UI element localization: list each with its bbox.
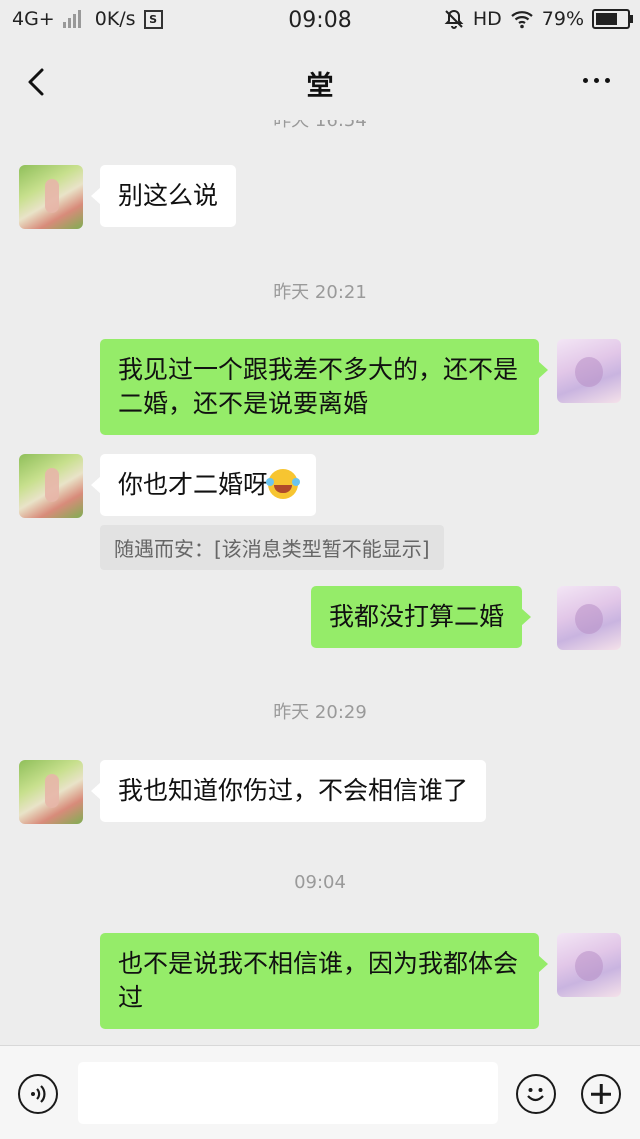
received-message[interactable]: 我也知道你伤过，不会相信谁了: [90, 760, 487, 822]
timestamp: 昨天 20:29: [273, 702, 367, 723]
emoji-icon[interactable]: [516, 1074, 556, 1114]
laughing-tears-emoji-icon: [266, 469, 299, 499]
plus-icon[interactable]: [581, 1074, 621, 1114]
message-list[interactable]: 昨天 16:54 别这么说 昨天 20:21 我见过一个跟我差不多大的，还不是二…: [0, 120, 640, 1045]
more-dots-icon[interactable]: [583, 78, 610, 83]
chat-header: 堂: [0, 42, 640, 120]
hd-label: HD: [472, 8, 502, 30]
message-input[interactable]: [78, 1062, 498, 1124]
s-badge-icon: S: [143, 9, 163, 29]
mute-bell-icon: [444, 9, 464, 29]
voice-icon[interactable]: [18, 1074, 58, 1114]
timestamp: 昨天 16:54: [273, 120, 367, 131]
timestamp: 昨天 20:21: [273, 282, 367, 303]
message-text: 你也才二婚呀: [118, 470, 269, 499]
sent-message[interactable]: 我见过一个跟我差不多大的，还不是二婚，还不是说要离婚: [100, 339, 548, 435]
my-avatar[interactable]: [557, 586, 621, 650]
battery-icon: [592, 9, 633, 29]
input-bar: [0, 1045, 640, 1139]
contact-avatar[interactable]: [19, 454, 83, 518]
quoted-message[interactable]: 随遇而安：[该消息类型暂不能显示]: [100, 525, 444, 570]
contact-avatar[interactable]: [19, 165, 83, 229]
contact-avatar[interactable]: [19, 760, 83, 824]
my-avatar[interactable]: [557, 339, 621, 403]
status-bar: 4G+ 0K/s S 09:08 HD 79%: [0, 0, 640, 42]
chat-title: 堂: [306, 71, 334, 102]
signal-icon: [62, 10, 81, 28]
network-speed: 0K/s: [94, 8, 136, 30]
battery-fill: [596, 13, 617, 25]
received-message[interactable]: 你也才二婚呀: [90, 454, 317, 516]
sent-message[interactable]: 我都没打算二婚: [311, 586, 532, 648]
wifi-icon: [511, 11, 533, 29]
battery-percent: 79%: [541, 8, 584, 30]
received-message[interactable]: 别这么说: [90, 165, 237, 227]
my-avatar[interactable]: [557, 933, 621, 997]
sent-message[interactable]: 也不是说我不相信谁，因为我都体会过: [100, 933, 548, 1029]
timestamp: 09:04: [294, 872, 346, 893]
network-type: 4G+: [12, 8, 55, 30]
